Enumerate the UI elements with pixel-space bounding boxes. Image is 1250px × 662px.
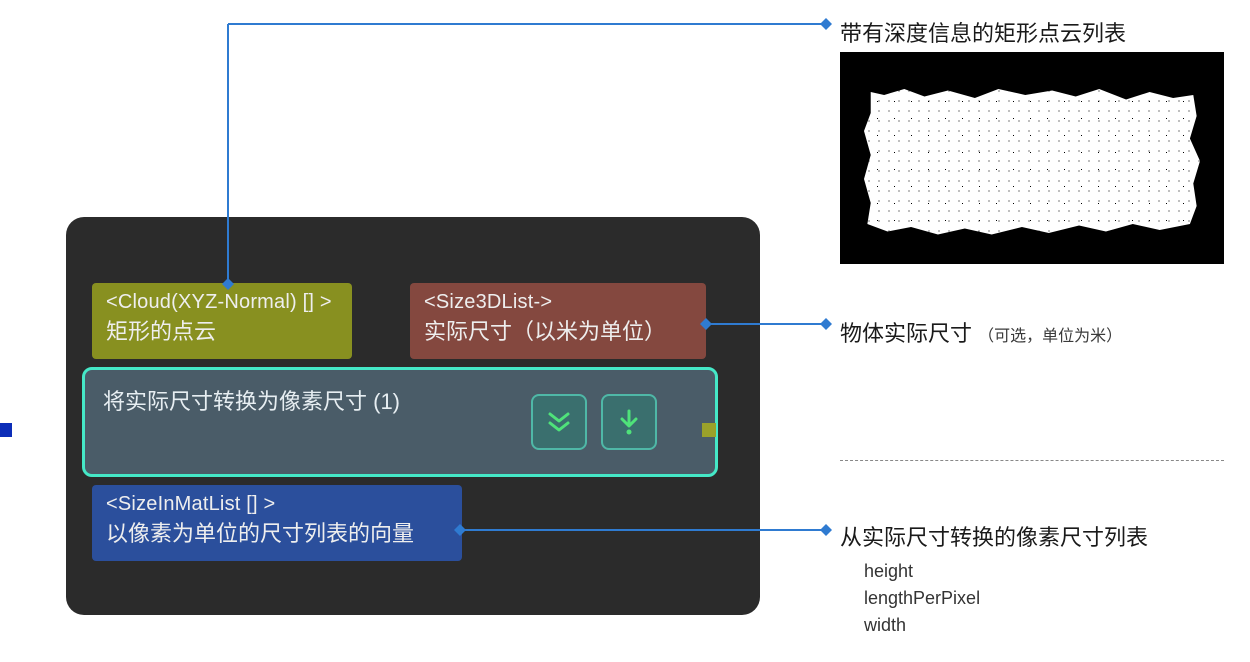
- annotation-actual-size: 物体实际尺寸 （可选，单位为米）: [840, 316, 1122, 348]
- node-center-icons: [531, 394, 657, 450]
- port-desc-size3d: 实际尺寸（以米为单位）: [410, 314, 706, 354]
- input-port-size3d[interactable]: <Size3DList-> 实际尺寸（以米为单位）: [410, 283, 706, 359]
- annotation-pointcloud: 带有深度信息的矩形点云列表: [840, 16, 1126, 48]
- field-height: height: [864, 561, 913, 581]
- field-lengthPerPixel: lengthPerPixel: [864, 588, 980, 608]
- annotation-pointcloud-label: 带有深度信息的矩形点云列表: [840, 21, 1126, 46]
- pointcloud-speckle: [864, 86, 1200, 236]
- port-type-cloud: <Cloud(XYZ-Normal) [] >: [92, 283, 352, 314]
- expand-down-icon[interactable]: [531, 394, 587, 450]
- input-port-cloud[interactable]: <Cloud(XYZ-Normal) [] > 矩形的点云: [92, 283, 352, 359]
- node-panel: <Cloud(XYZ-Normal) [] > 矩形的点云 <Size3DLis…: [66, 217, 760, 615]
- node-center[interactable]: 将实际尺寸转换为像素尺寸 (1): [82, 367, 718, 477]
- annotation-pixel-size-label: 从实际尺寸转换的像素尺寸列表: [840, 525, 1148, 550]
- port-type-size3d: <Size3DList->: [410, 283, 706, 314]
- port-desc-sizeinmat: 以像素为单位的尺寸列表的向量: [92, 516, 462, 556]
- annotation-pixel-size: 从实际尺寸转换的像素尺寸列表 height lengthPerPixel wid…: [840, 520, 1148, 639]
- download-icon[interactable]: [601, 394, 657, 450]
- node-center-title: 将实际尺寸转换为像素尺寸 (1): [103, 384, 400, 416]
- field-width: width: [864, 615, 906, 635]
- pointcloud-image: [840, 52, 1224, 264]
- annotation-actual-size-label: 物体实际尺寸: [840, 321, 972, 346]
- separator-line: [840, 460, 1224, 461]
- port-type-sizeinmat: <SizeInMatList [] >: [92, 485, 462, 516]
- connector-output-pin[interactable]: [702, 423, 716, 437]
- output-port-sizeinmat[interactable]: <SizeInMatList [] > 以像素为单位的尺寸列表的向量: [92, 485, 462, 561]
- connector-input-pin[interactable]: [0, 423, 12, 437]
- port-desc-cloud: 矩形的点云: [92, 314, 352, 354]
- annotation-actual-size-sub: （可选，单位为米）: [978, 328, 1122, 345]
